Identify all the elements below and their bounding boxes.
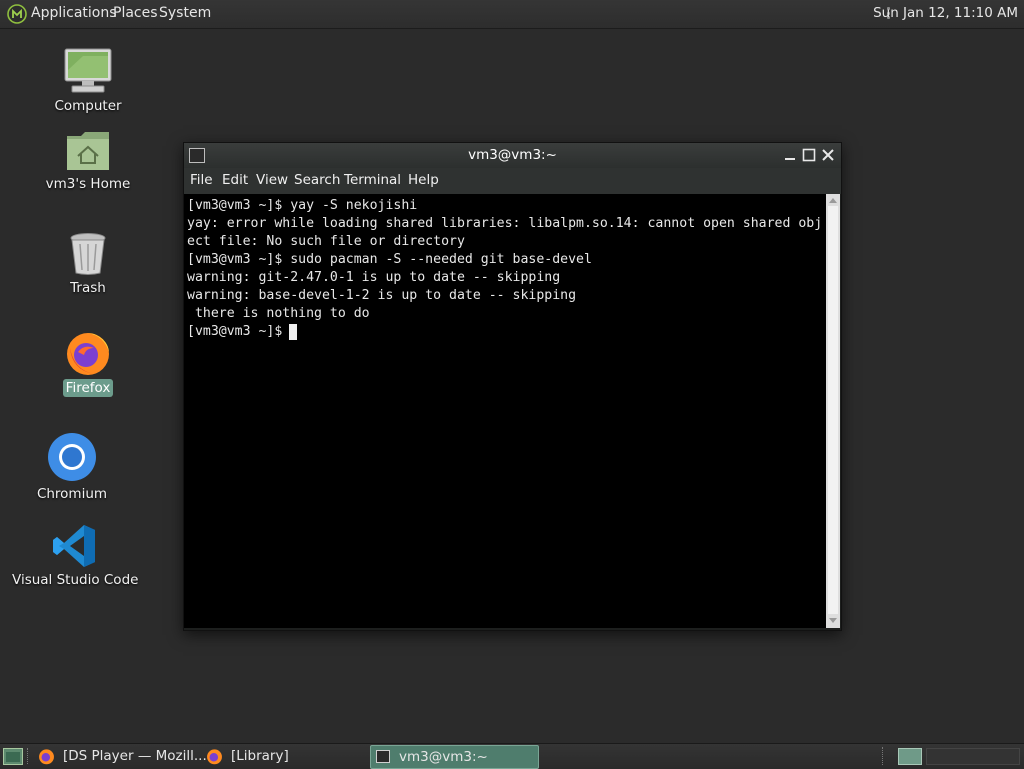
desktop-icon-label: Visual Studio Code: [12, 572, 139, 588]
taskbar-item-label: [Library]: [231, 748, 289, 764]
home-folder-icon: [67, 132, 109, 170]
firefox-icon: [207, 749, 222, 765]
terminal-scrollbar[interactable]: [826, 194, 840, 628]
taskbar-item-terminal[interactable]: vm3@vm3:~: [370, 745, 539, 769]
menu-view[interactable]: View: [256, 172, 288, 188]
scroll-down-icon[interactable]: [829, 618, 837, 623]
terminal-line: warning: base-devel-1-2 is up to date --…: [187, 288, 577, 303]
scroll-up-icon[interactable]: [829, 198, 837, 203]
top-panel: Applications Places System Sun Jan 12, 1…: [0, 0, 1024, 29]
taskbar-item-library[interactable]: [Library]: [204, 745, 364, 767]
taskbar-item-ds-player[interactable]: [DS Player — Mozill...: [36, 745, 207, 767]
taskbar-item-label: vm3@vm3:~: [399, 749, 488, 765]
desktop-icon-trash[interactable]: Trash: [23, 232, 153, 297]
desktop-icon-computer[interactable]: Computer: [23, 48, 153, 115]
trash-icon: [70, 233, 106, 275]
terminal-prompt-line: [vm3@vm3 ~]$: [187, 324, 291, 339]
mate-menu-icon[interactable]: [7, 4, 27, 24]
minimize-icon[interactable]: [782, 147, 798, 163]
scrollbar-thumb[interactable]: [828, 206, 838, 614]
terminal-menubar: File Edit View Search Terminal Help: [184, 168, 841, 194]
terminal-window: vm3@vm3:~ File Edit View Search Terminal…: [183, 142, 842, 631]
vscode-icon: [53, 525, 95, 567]
system-menu[interactable]: System: [159, 5, 211, 21]
terminal-cursor: [289, 324, 297, 340]
show-desktop-icon[interactable]: [3, 748, 23, 765]
window-title: vm3@vm3:~: [468, 147, 557, 163]
terminal-line: warning: git-2.47.0-1 is up to date -- s…: [187, 270, 561, 285]
maximize-icon[interactable]: [801, 147, 817, 163]
desktop-icon-label: Chromium: [36, 486, 108, 502]
terminal-line: yay: error while loading shared librarie…: [187, 216, 823, 231]
clock[interactable]: Sun Jan 12, 11:10 AM: [873, 5, 1018, 21]
terminal-icon: [376, 750, 390, 763]
menu-file[interactable]: File: [190, 172, 213, 188]
menu-search[interactable]: Search: [294, 172, 340, 188]
terminal-line: [vm3@vm3 ~]$ yay -S nekojishi: [187, 198, 418, 213]
close-icon[interactable]: [820, 147, 836, 163]
workspace-switcher-other[interactable]: [926, 748, 1020, 765]
terminal-line: [vm3@vm3 ~]$ sudo pacman -S --needed git…: [187, 252, 592, 267]
computer-icon: [64, 48, 112, 93]
desktop-icon-label: Trash: [70, 280, 106, 296]
taskbar-item-label: [DS Player — Mozill...: [63, 748, 207, 764]
desktop-icon-firefox[interactable]: Firefox: [23, 330, 153, 397]
window-titlebar[interactable]: vm3@vm3:~: [184, 143, 841, 168]
desktop-icon-label: vm3's Home: [45, 176, 131, 192]
menu-edit[interactable]: Edit: [222, 172, 248, 188]
menu-help[interactable]: Help: [408, 172, 439, 188]
workspace-switcher-1[interactable]: [898, 748, 922, 765]
firefox-icon: [39, 749, 54, 765]
menu-terminal[interactable]: Terminal: [344, 172, 401, 188]
firefox-icon: [67, 333, 109, 375]
panel-separator: [882, 747, 885, 765]
desktop-icon-label: Firefox: [62, 379, 114, 397]
desktop-icon-home[interactable]: vm3's Home: [23, 130, 153, 193]
terminal-line: ect file: No such file or directory: [187, 234, 465, 249]
panel-separator: [27, 748, 30, 764]
desktop-icon-label: Computer: [54, 98, 122, 114]
bottom-panel: [DS Player — Mozill... [Library] vm3@vm3…: [0, 743, 1024, 769]
desktop-icon-vscode[interactable]: Visual Studio Code: [9, 524, 139, 589]
places-menu[interactable]: Places: [113, 5, 158, 21]
terminal-output[interactable]: [vm3@vm3 ~]$ yay -S nekojishi yay: error…: [184, 194, 826, 628]
terminal-line: there is nothing to do: [187, 306, 370, 321]
applications-menu[interactable]: Applications: [31, 5, 117, 21]
chromium-icon: [48, 433, 96, 481]
desktop-icon-chromium[interactable]: Chromium: [7, 432, 137, 503]
